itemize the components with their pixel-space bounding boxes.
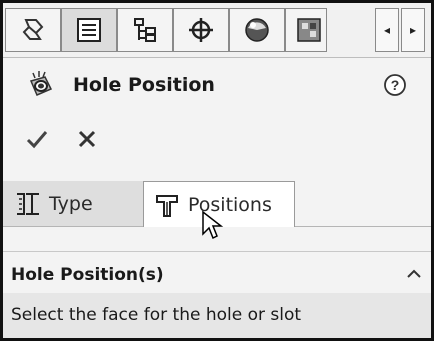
section-title: Hole Position(s) xyxy=(11,265,164,285)
toolbar-scroll-left-button[interactable]: ◂ xyxy=(375,8,399,52)
chevron-up-icon[interactable] xyxy=(405,265,423,283)
tab-type-label: Type xyxy=(49,192,93,215)
manager-toolbar: ◂ ▸ xyxy=(3,3,431,58)
display-manager-tab[interactable] xyxy=(229,8,285,52)
toolbar-scroll-right-button[interactable]: ▸ xyxy=(401,8,425,52)
section-divider xyxy=(3,251,431,252)
page-title: Hole Position xyxy=(73,74,215,96)
section-instruction-text: Select the face for the hole or slot xyxy=(11,305,302,325)
svg-text:?: ? xyxy=(391,77,400,93)
configuration-manager-icon xyxy=(134,18,156,42)
feature-manager-icon xyxy=(22,19,44,40)
display-manager-icon xyxy=(245,18,269,42)
mouse-cursor-icon xyxy=(202,210,224,240)
property-manager-icon xyxy=(77,18,101,42)
help-icon[interactable]: ? xyxy=(383,73,407,97)
dimxpert-manager-icon xyxy=(189,18,213,42)
configuration-manager-tab[interactable] xyxy=(117,8,173,52)
hole-position-icon xyxy=(156,194,178,217)
property-manager-panel: ◂ ▸ Hole Position ? Type Positions Hole … xyxy=(0,0,434,341)
cam-manager-icon xyxy=(297,18,321,42)
ok-checkmark-icon[interactable] xyxy=(25,127,49,151)
chevron-right-icon: ▸ xyxy=(409,23,417,37)
tab-strip-divider xyxy=(295,226,431,227)
chevron-left-icon: ◂ xyxy=(383,23,391,37)
hole-wizard-icon xyxy=(29,71,53,96)
cam-manager-tab[interactable] xyxy=(285,8,327,52)
tab-type[interactable]: Type xyxy=(3,181,143,227)
property-manager-tab[interactable] xyxy=(61,8,117,52)
hole-type-icon xyxy=(17,192,39,215)
dimxpert-manager-tab[interactable] xyxy=(173,8,229,52)
feature-manager-tab[interactable] xyxy=(5,8,61,52)
cancel-x-icon[interactable] xyxy=(75,127,99,151)
